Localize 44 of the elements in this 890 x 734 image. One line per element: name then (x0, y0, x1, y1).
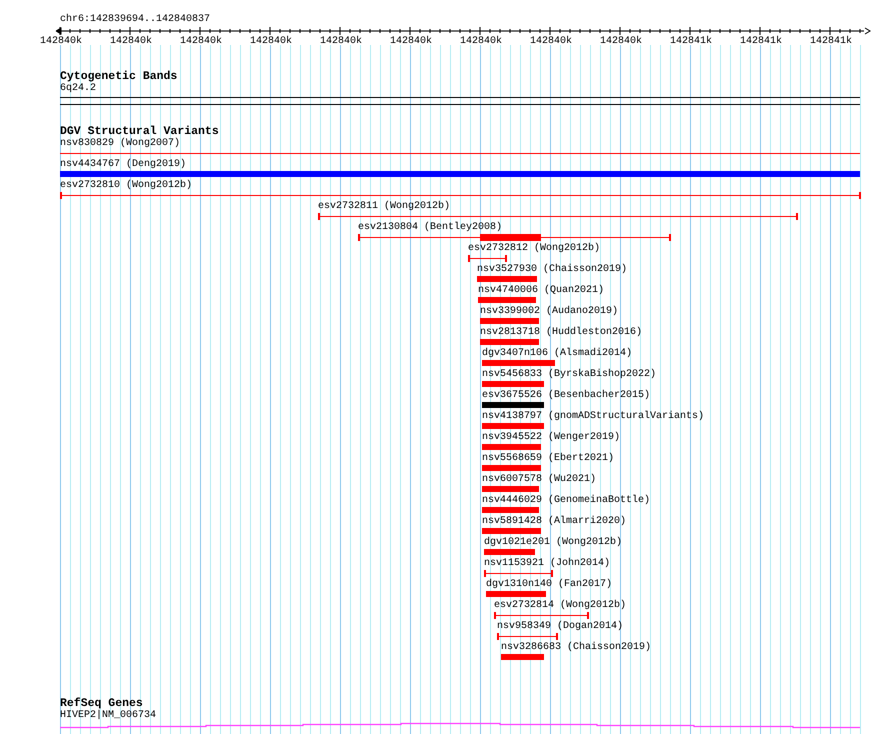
ruler-tick-label: 142840k (390, 36, 432, 48)
variant-label: nsv6007578 (Wu2021) (482, 474, 596, 486)
ruler-tick-label: 142840k (320, 36, 362, 48)
variant-label: nsv3399002 (Audano2019) (480, 306, 618, 318)
variant-label: nsv830829 (Wong2007) (60, 138, 180, 150)
variant-label: esv2732811 (Wong2012b) (318, 201, 450, 213)
ruler-tick-label: 142840k (530, 36, 572, 48)
variant-label: dgv1021e201 (Wong2012b) (484, 537, 622, 549)
ruler-tick-label: 142841k (810, 36, 852, 48)
ruler-tick-label: 142841k (740, 36, 782, 48)
variant-label: nsv4446029 (GenomeinaBottle) (482, 495, 650, 507)
variant-label: esv2130804 (Bentley2008) (358, 222, 502, 234)
variant-label: nsv5891428 (Almarri2020) (482, 516, 626, 528)
track-title: RefSeq Genes (60, 697, 143, 710)
variant-label: nsv3527930 (Chaisson2019) (477, 264, 628, 276)
variant-label: dgv3407n106 (Alsmadi2014) (482, 348, 632, 360)
ruler-tick-label: 142840k (460, 36, 502, 48)
variant-core-bar (480, 234, 541, 241)
track-title: Cytogenetic Bands (60, 70, 178, 83)
location-label: chr6:142839694..142840837 (60, 14, 210, 26)
ruler-tick-label: 142840k (110, 36, 152, 48)
variant-label: esv2732814 (Wong2012b) (494, 600, 626, 612)
variant-label: nsv3286683 (Chaisson2019) (501, 642, 652, 654)
band-label: 6q24.2 (60, 83, 96, 95)
variant-label: nsv1153921 (John2014) (484, 558, 610, 570)
ruler-tick-label: 142840k (250, 36, 292, 48)
variant-label: nsv4138797 (gnomADStructuralVariants) (482, 411, 704, 423)
variant-label: nsv5456833 (ByrskaBishop2022) (482, 369, 656, 381)
ruler-tick-label: 142840k (180, 36, 222, 48)
variant-label: nsv4434767 (Deng2019) (60, 159, 186, 171)
variant-label: nsv2813718 (Huddleston2016) (480, 327, 642, 339)
ruler-tick-label: 142841k (670, 36, 712, 48)
track-title: DGV Structural Variants (60, 125, 219, 138)
variant-label: nsv5568659 (Ebert2021) (482, 453, 614, 465)
variant-label: nsv958349 (Dogan2014) (497, 621, 624, 633)
ruler-tick-label: 142840k (600, 36, 642, 48)
variant-label: nsv4740006 (Quan2021) (478, 285, 604, 297)
ruler-tick-label: 142840k (40, 36, 82, 48)
variant-label: esv2732812 (Wong2012b) (468, 243, 600, 255)
variant-label: esv2732810 (Wong2012b) (60, 180, 192, 192)
gene-label: HIVEP2|NM_006734 (60, 710, 156, 722)
variant-label: nsv3945522 (Wenger2019) (482, 432, 620, 444)
variant-label: dgv1310n140 (Fan2017) (486, 579, 612, 591)
variant-label: esv3675526 (Besenbacher2015) (482, 390, 650, 402)
